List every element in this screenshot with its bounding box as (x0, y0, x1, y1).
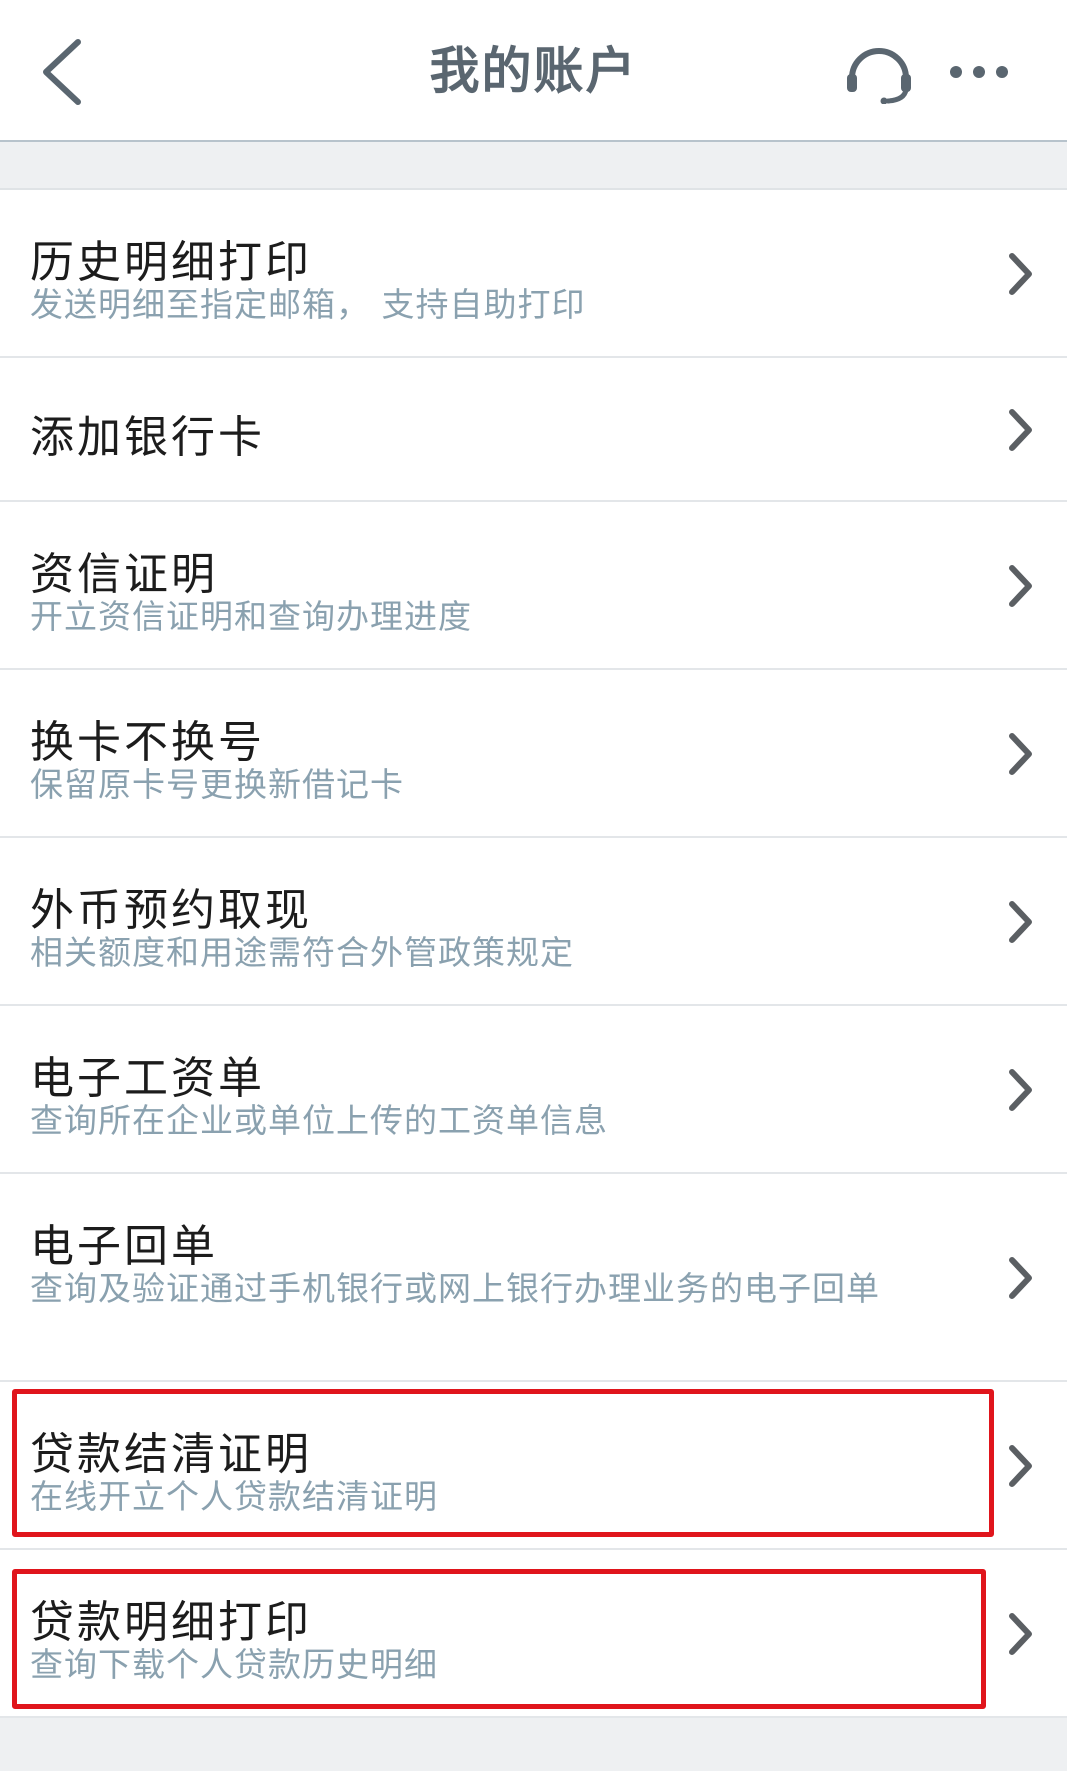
headset-icon[interactable] (844, 44, 914, 104)
list-item-card-replacement[interactable]: 换卡不换号 保留原卡号更换新借记卡 (0, 670, 1067, 838)
list-item-loan-detail-print[interactable]: 贷款明细打印 查询下载个人贷款历史明细 (0, 1550, 1067, 1718)
list-item-add-bank-card[interactable]: 添加银行卡 (0, 358, 1067, 502)
item-subtitle: 相关额度和用途需符合外管政策规定 (30, 933, 574, 972)
list-item-credit-certificate[interactable]: 资信证明 开立资信证明和查询办理进度 (0, 502, 1067, 670)
item-title: 添加银行卡 (30, 412, 265, 463)
chevron-right-icon (1009, 1445, 1032, 1487)
item-subtitle: 在线开立个人贷款结清证明 (30, 1477, 438, 1516)
more-horizontal-icon[interactable] (944, 50, 1014, 90)
item-subtitle: 保留原卡号更换新借记卡 (30, 765, 404, 804)
list-item-e-receipt[interactable]: 电子回单 查询及验证通过手机银行或网上银行办理业务的电子回单 (0, 1174, 1067, 1382)
chevron-right-icon (1009, 253, 1032, 295)
list-item-history-print[interactable]: 历史明细打印 发送明细至指定邮箱， 支持自助打印 (0, 190, 1067, 358)
list-item-loan-settlement-certificate[interactable]: 贷款结清证明 在线开立个人贷款结清证明 (0, 1382, 1067, 1550)
item-subtitle: 发送明细至指定邮箱， 支持自助打印 (30, 285, 586, 324)
top-navigation-bar: 我的账户 (0, 0, 1067, 142)
chevron-right-icon (1009, 1257, 1032, 1299)
item-title: 换卡不换号 (30, 717, 265, 768)
chevron-right-icon (1009, 409, 1032, 451)
item-subtitle: 开立资信证明和查询办理进度 (30, 597, 472, 636)
account-menu-list: 历史明细打印 发送明细至指定邮箱， 支持自助打印 添加银行卡 资信证明 开立资信… (0, 188, 1067, 1718)
item-title: 资信证明 (30, 549, 218, 600)
chevron-right-icon (1009, 1069, 1032, 1111)
chevron-right-icon (1009, 901, 1032, 943)
item-title: 外币预约取现 (30, 885, 312, 936)
item-title: 电子工资单 (30, 1053, 265, 1104)
item-title: 贷款结清证明 (30, 1429, 312, 1480)
item-subtitle: 查询所在企业或单位上传的工资单信息 (30, 1101, 608, 1140)
list-item-e-payslip[interactable]: 电子工资单 查询所在企业或单位上传的工资单信息 (0, 1006, 1067, 1174)
chevron-left-icon[interactable] (32, 34, 102, 110)
item-title: 历史明细打印 (30, 237, 312, 288)
chevron-right-icon (1009, 1613, 1032, 1655)
list-item-foreign-currency-withdrawal[interactable]: 外币预约取现 相关额度和用途需符合外管政策规定 (0, 838, 1067, 1006)
chevron-right-icon (1009, 565, 1032, 607)
item-title: 贷款明细打印 (30, 1597, 312, 1648)
item-title: 电子回单 (30, 1221, 218, 1272)
item-subtitle: 查询下载个人贷款历史明细 (30, 1645, 438, 1684)
item-subtitle: 查询及验证通过手机银行或网上银行办理业务的电子回单 (30, 1269, 880, 1308)
chevron-right-icon (1009, 733, 1032, 775)
